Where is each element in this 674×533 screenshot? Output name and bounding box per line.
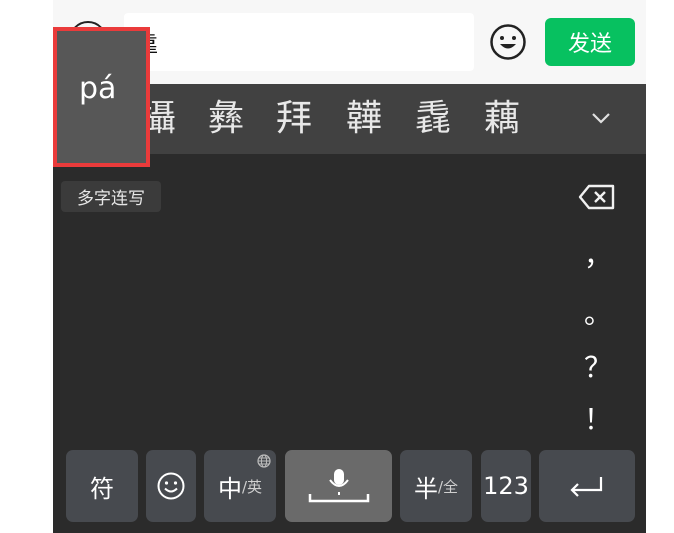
width-main-label: 半 [413, 474, 438, 503]
numbers-key[interactable]: 123 [481, 450, 531, 522]
backspace-icon[interactable] [578, 184, 616, 210]
symbols-key-label: 符 [90, 474, 114, 503]
microphone-space-icon [308, 469, 369, 503]
chevron-down-icon[interactable] [589, 106, 613, 130]
message-input[interactable]: 靠 [124, 13, 474, 71]
emoji-icon[interactable] [489, 23, 527, 61]
smiley-icon [157, 472, 185, 500]
symbols-key[interactable]: 符 [66, 450, 138, 522]
space-key[interactable] [285, 450, 392, 522]
multi-word-button[interactable]: 多字连写 [61, 181, 161, 212]
enter-icon [570, 477, 603, 497]
candidate-item[interactable]: 拜 [276, 98, 312, 140]
candidate-item[interactable]: 彝 [208, 98, 244, 140]
fullwidth-toggle-key[interactable]: 半/全 [400, 450, 472, 522]
punct-key-comma[interactable]: ， [583, 234, 613, 274]
candidate-item[interactable]: 韡 [346, 98, 382, 140]
width-sub-label: /全 [437, 477, 459, 496]
language-switch-key[interactable]: 中/英 [204, 450, 276, 522]
language-sub-label: /英 [241, 477, 263, 496]
candidate-item[interactable]: 藕 [484, 98, 520, 140]
globe-icon [257, 454, 271, 468]
language-main-label: 中 [217, 474, 242, 503]
punct-key-question[interactable]: ？ [583, 346, 613, 386]
send-button[interactable]: 发送 [545, 18, 635, 66]
numbers-key-label: 123 [483, 472, 529, 500]
punct-key-exclaim[interactable]: ！ [583, 398, 613, 438]
emoji-key[interactable] [146, 450, 196, 522]
punct-key-period[interactable]: 。 [583, 292, 613, 332]
highlight-box [53, 27, 150, 167]
candidate-item[interactable]: 毳 [415, 98, 451, 140]
enter-key[interactable] [539, 450, 635, 522]
